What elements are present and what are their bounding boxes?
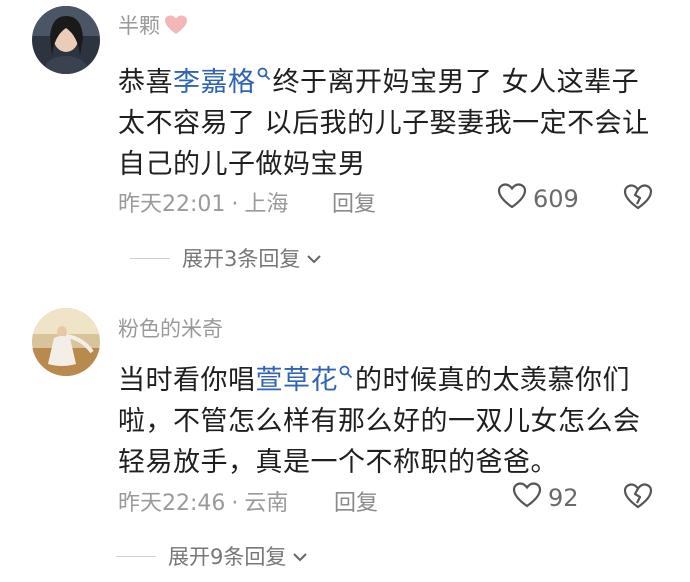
search-mention-icon [339, 350, 353, 391]
like-count: 92 [548, 484, 579, 512]
avatar[interactable] [32, 308, 100, 376]
pink-heart-icon [164, 14, 188, 41]
expand-replies-button[interactable]: 展开3条回复 [130, 243, 322, 273]
dislike-button[interactable] [623, 482, 653, 514]
comment-text: 当时看你唱萱草花 的时候真的太羡慕你们啦，不管怎么样有那么好的一双儿女怎么会轻易放… [118, 350, 658, 483]
username[interactable]: 粉色的米奇 [118, 313, 223, 343]
chevron-down-icon [306, 246, 322, 270]
expand-replies-button[interactable]: 展开9条回复 [116, 541, 308, 571]
chevron-down-icon [292, 544, 308, 568]
timestamp: 昨天22:46 [118, 491, 226, 516]
like-count: 609 [533, 185, 579, 213]
like-heart-icon [512, 481, 542, 515]
like-button[interactable]: 92 [512, 481, 579, 515]
reply-button[interactable]: 回复 [332, 186, 376, 218]
divider [116, 555, 156, 557]
comment-meta: 昨天22:46 · 云南 [118, 491, 289, 516]
location: 云南 [244, 491, 289, 516]
comment-meta: 昨天22:01 · 上海 [118, 192, 289, 217]
location: 上海 [244, 192, 289, 217]
broken-heart-icon [623, 184, 653, 215]
divider [130, 257, 170, 259]
mention-link[interactable]: 萱草花 [256, 365, 339, 396]
reply-button[interactable]: 回复 [334, 485, 378, 517]
dislike-button[interactable] [623, 183, 653, 215]
like-button[interactable]: 609 [497, 182, 579, 216]
search-mention-icon [257, 52, 271, 93]
broken-heart-icon [623, 483, 653, 514]
comment-text: 恭喜李嘉格 终于离开妈宝男了 女人这辈子太不容易了 以后我的儿子娶妻我一定不会让自… [118, 52, 658, 185]
username[interactable]: 半颗 [118, 10, 188, 41]
avatar[interactable] [32, 6, 100, 74]
timestamp: 昨天22:01 [118, 192, 226, 217]
mention-link[interactable]: 李嘉格 [173, 67, 256, 98]
like-heart-icon [497, 182, 527, 216]
